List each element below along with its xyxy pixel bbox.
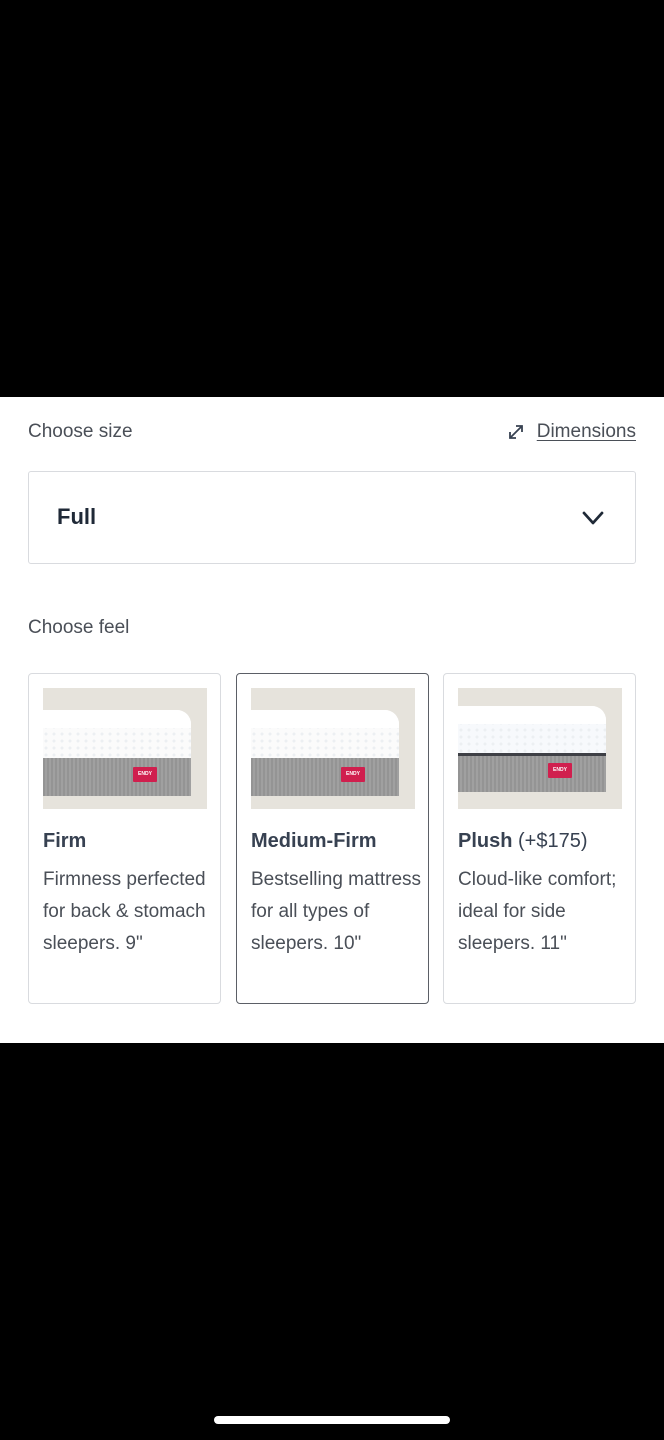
mattress-illustration: ENDY: [458, 706, 606, 792]
feel-option-description: Bestselling mattress for all types of sl…: [251, 869, 422, 954]
feel-option-title: Medium-Firm: [251, 830, 377, 853]
mattress-image: ENDY: [251, 688, 415, 809]
mattress-illustration: ENDY: [43, 710, 191, 796]
dimensions-link-label: Dimensions: [536, 421, 636, 442]
feel-option-plush[interactable]: ENDY Plush (+$175) Cloud-like comfort; i…: [443, 673, 636, 1004]
mattress-image: ENDY: [458, 688, 622, 809]
feel-option-medium-firm[interactable]: ENDY Medium-Firm Bestselling mattress fo…: [236, 673, 429, 1004]
product-options-panel: Choose size Dimensions Full Choose feel …: [0, 397, 664, 1043]
feel-option-firm[interactable]: ENDY Firm Firmness perfected for back & …: [28, 673, 221, 1004]
feel-option-title: Firm: [43, 830, 86, 853]
feel-option-description: Firmness perfected for back & stomach sl…: [43, 869, 206, 954]
feel-option-name: Medium-Firm: [251, 830, 377, 852]
feel-option-name: Firm: [43, 830, 87, 852]
feel-option-description: Cloud-like comfort; ideal for side sleep…: [458, 869, 617, 954]
brand-tag: ENDY: [548, 763, 572, 778]
black-letterbox-bottom: [0, 1043, 664, 1440]
feel-option-price: (+$175): [512, 830, 588, 852]
dimensions-link[interactable]: Dimensions: [505, 421, 636, 443]
choose-size-label: Choose size: [28, 421, 133, 442]
mattress-illustration: ENDY: [251, 710, 399, 796]
brand-tag: ENDY: [133, 767, 157, 782]
feel-option-name: Plush: [458, 830, 513, 852]
size-select-value: Full: [57, 504, 97, 529]
size-select[interactable]: Full: [28, 471, 636, 564]
feel-option-title: Plush (+$175): [458, 830, 588, 853]
mattress-image: ENDY: [43, 688, 207, 809]
chevron-down-icon: [582, 511, 604, 525]
black-letterbox-top: [0, 0, 664, 397]
home-indicator[interactable]: [214, 1416, 450, 1424]
brand-tag: ENDY: [341, 767, 365, 782]
choose-feel-label: Choose feel: [28, 617, 130, 638]
expand-arrows-icon: [508, 425, 523, 439]
